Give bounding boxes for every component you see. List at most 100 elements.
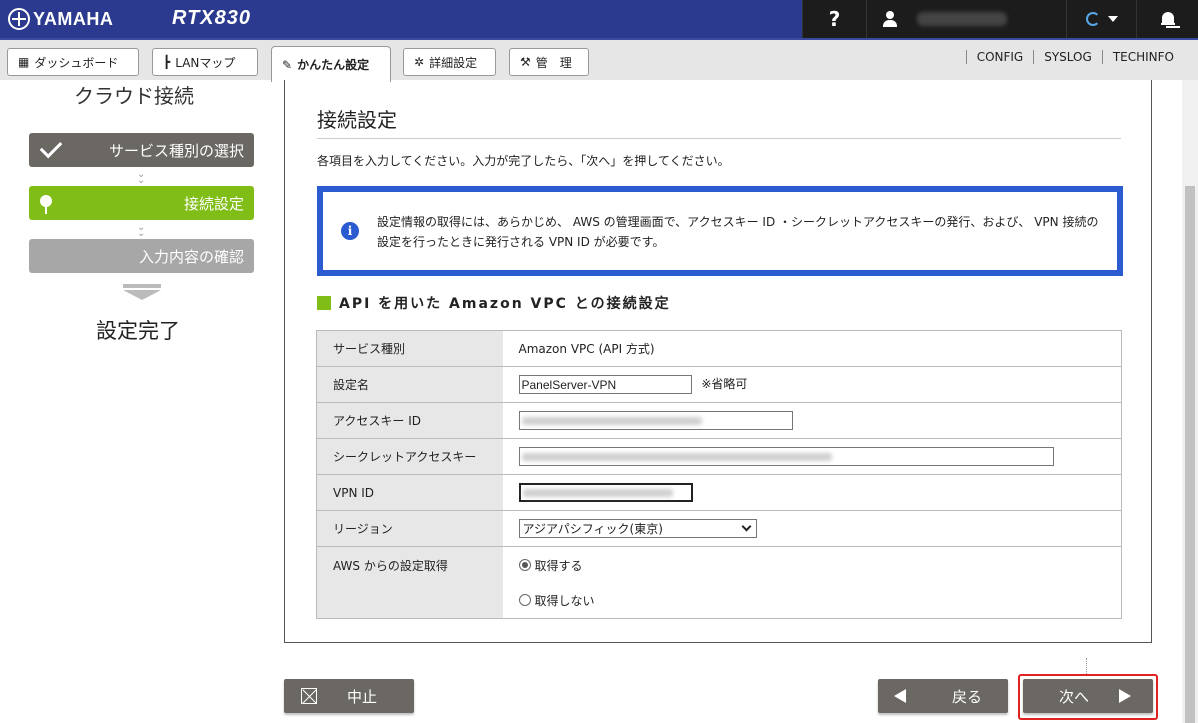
cancel-label: 中止 <box>347 687 378 706</box>
row-setting-name: 設定名 PanelServer-VPN ※省略可 <box>316 366 1122 403</box>
row-vpn-id: VPN ID <box>316 474 1122 511</box>
row-aws-fetch: AWS からの設定取得 取得する 取得しない <box>316 546 1122 619</box>
tab-easy-setup[interactable]: ✎ かんたん設定 <box>271 46 391 82</box>
setting-name-label: 設定名 <box>316 366 503 403</box>
techinfo-link[interactable]: TECHINFO <box>1101 50 1184 64</box>
lan-map-icon: ┣ <box>163 55 171 69</box>
step-confirm: 入力内容の確認 <box>29 239 254 273</box>
settings-form: サービス種別 Amazon VPC (API 方式) 設定名 PanelServ… <box>316 330 1122 619</box>
info-text: 設定情報の取得には、あらかじめ、 AWS の管理画面で、アクセスキー ID ・シ… <box>377 215 1099 249</box>
chevron-down-icon: ⌄ ⌄ <box>137 222 146 239</box>
aws-fetch-label: AWS からの設定取得 <box>316 546 503 619</box>
tab-label: 詳細設定 <box>429 55 478 70</box>
section-title: API を用いた Amazon VPC との接続設定 <box>339 296 671 312</box>
secret-key-label: シークレットアクセスキー <box>316 438 503 475</box>
tab-dashboard[interactable]: ▦ ダッシュボード <box>7 48 139 76</box>
settings-panel: 接続設定 各項目を入力してください。入力が完了したら、「次へ」を押してください。… <box>284 80 1152 643</box>
user-icon <box>883 11 897 27</box>
region-select[interactable]: アジアパシフィック(東京) <box>518 519 757 538</box>
fetch-yes-option[interactable]: 取得する <box>518 548 1122 583</box>
model-name: RTX830 <box>172 7 252 29</box>
highlight-leader <box>1086 658 1087 674</box>
optional-note: ※省略可 <box>701 377 748 391</box>
tab-lan-map[interactable]: ┣ LANマップ <box>152 48 258 76</box>
step-service-type: サービス種別の選択 <box>29 133 254 167</box>
wand-icon: ✎ <box>282 57 293 72</box>
arrow-down-icon <box>123 284 163 300</box>
access-key-input[interactable] <box>518 411 793 430</box>
redacted-value <box>522 488 673 497</box>
access-key-label: アクセスキー ID <box>316 402 503 439</box>
row-access-key: アクセスキー ID <box>316 402 1122 439</box>
region-label: リージョン <box>316 510 503 547</box>
pin-icon <box>40 195 52 214</box>
check-icon <box>39 135 63 159</box>
step-label: 接続設定 <box>183 194 244 213</box>
arrow-left-icon <box>894 689 906 703</box>
row-secret-key: シークレットアクセスキー <box>316 438 1122 475</box>
loading-icon <box>1085 12 1100 26</box>
tab-label: かんたん設定 <box>297 58 370 72</box>
page-title: 接続設定 <box>317 108 397 132</box>
tab-label: ダッシュボード <box>34 55 119 70</box>
syslog-link[interactable]: SYSLOG <box>1033 50 1102 64</box>
user-name-redacted <box>917 12 1007 26</box>
radio-selected[interactable] <box>518 559 531 571</box>
next-button[interactable]: 次へ <box>1023 679 1153 713</box>
tab-management[interactable]: ⚒ 管 理 <box>509 48 589 76</box>
top-bar: YAMAHA RTX830 ? <box>0 0 1198 38</box>
scrollbar-thumb[interactable] <box>1185 186 1195 723</box>
service-type-label: サービス種別 <box>316 330 503 367</box>
step-label: サービス種別の選択 <box>108 141 244 160</box>
yamaha-logo: YAMAHA <box>8 6 113 32</box>
brand-name: YAMAHA <box>33 8 114 29</box>
info-icon: i <box>341 222 359 240</box>
info-box: i 設定情報の取得には、あらかじめ、 AWS の管理画面で、アクセスキー ID … <box>317 186 1123 276</box>
tuning-fork-icon <box>8 8 30 30</box>
tab-label: 管 理 <box>535 55 572 70</box>
cancel-button[interactable]: 中止 <box>284 679 414 713</box>
section-heading: API を用いた Amazon VPC との接続設定 <box>317 293 671 313</box>
nav-bar: ▦ ダッシュボード ┣ LANマップ ✎ かんたん設定 ✲ 詳細設定 ⚒ 管 理… <box>0 38 1198 82</box>
instruction-text: 各項目を入力してください。入力が完了したら、「次へ」を押してください。 <box>317 154 730 168</box>
radio-unselected[interactable] <box>518 594 531 606</box>
row-region: リージョン アジアパシフィック(東京) <box>316 510 1122 547</box>
status-menu[interactable] <box>1066 0 1136 38</box>
chevron-down-icon: ⌄ ⌄ <box>137 169 146 186</box>
bell-icon <box>1160 11 1175 27</box>
redacted-value <box>521 452 832 461</box>
divider <box>317 138 1121 139</box>
chevron-down-icon <box>1107 16 1118 22</box>
wrench-icon: ⚒ <box>520 55 531 69</box>
help-button[interactable]: ? <box>802 0 866 38</box>
setting-name-input[interactable]: PanelServer-VPN <box>518 375 692 394</box>
vpn-id-input[interactable] <box>518 483 693 502</box>
user-menu[interactable] <box>866 0 1066 38</box>
back-button[interactable]: 戻る <box>878 679 1008 713</box>
service-type-value: Amazon VPC (API 方式) <box>502 330 1122 367</box>
close-icon <box>301 688 317 704</box>
region-selected-value: アジアパシフィック(東京) <box>522 522 663 536</box>
tab-label: LANマップ <box>175 55 236 70</box>
next-label: 次へ <box>1059 687 1090 706</box>
step-complete: 設定完了 <box>96 319 180 343</box>
top-bar-actions: ? <box>802 0 1198 38</box>
fetch-no-label: 取得しない <box>534 593 595 608</box>
secret-key-input[interactable] <box>518 447 1054 466</box>
wizard-title: クラウド接続 <box>74 84 194 108</box>
notifications-button[interactable] <box>1136 0 1198 38</box>
row-service-type: サービス種別 Amazon VPC (API 方式) <box>316 330 1122 367</box>
chevron-down-icon <box>741 521 751 532</box>
fetch-yes-label: 取得する <box>534 558 583 573</box>
utility-links: CONFIG SYSLOG TECHINFO <box>965 50 1184 64</box>
vpn-id-label: VPN ID <box>316 474 503 511</box>
tab-advanced-settings[interactable]: ✲ 詳細設定 <box>403 48 496 76</box>
step-connection-settings: 接続設定 <box>29 186 254 220</box>
config-link[interactable]: CONFIG <box>965 50 1034 64</box>
section-marker <box>317 296 331 310</box>
gear-icon: ✲ <box>414 55 425 69</box>
fetch-no-option[interactable]: 取得しない <box>518 583 1122 618</box>
page-scrollbar[interactable] <box>1182 80 1198 723</box>
redacted-value <box>521 416 702 425</box>
step-label: 入力内容の確認 <box>138 247 244 266</box>
